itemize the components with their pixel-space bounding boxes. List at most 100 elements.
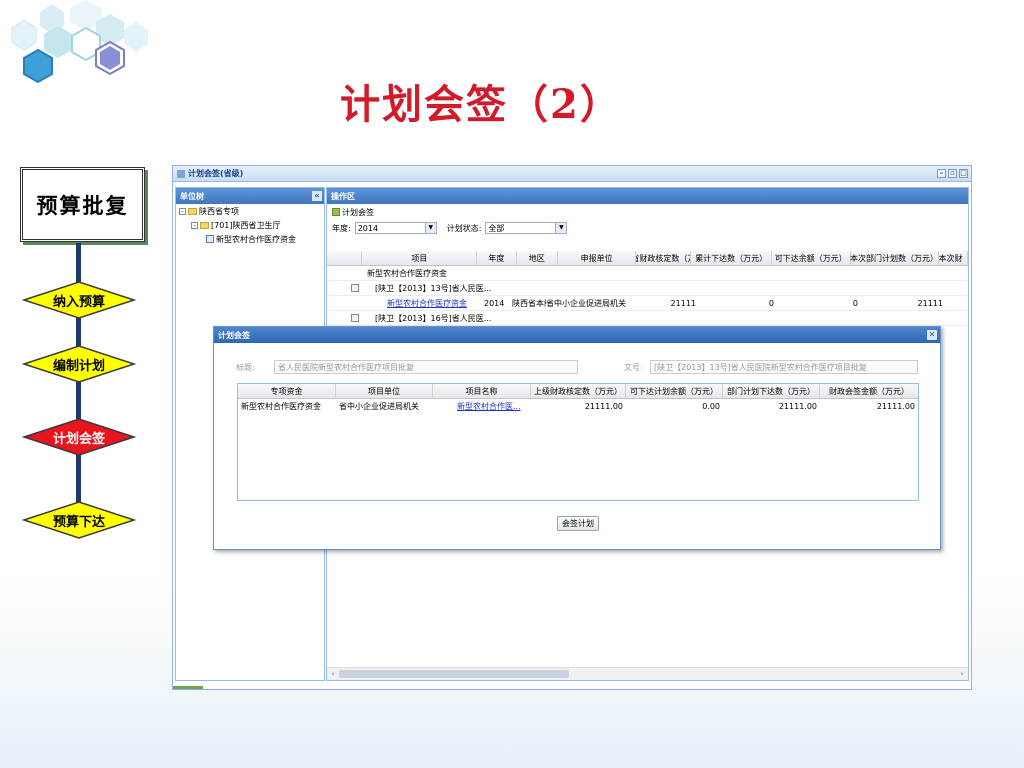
status-select[interactable]: 全部 ▼ — [485, 222, 568, 234]
breadcrumb-label[interactable]: 计划会签 — [342, 207, 374, 218]
grid-cell-balance: 0 — [852, 298, 858, 308]
flow-step-label: 纳入预算 — [52, 294, 105, 310]
folder-icon — [200, 221, 209, 229]
grid-header-row: 项目 年度 地区 申报单位 省财政核定数（万 累计下达数（万元） 可下达余额（万… — [327, 251, 968, 266]
grid-header-cell[interactable]: 本次部门计划数（万元） — [850, 251, 939, 265]
dialog-header-cell[interactable]: 项目单位 — [336, 384, 433, 398]
grid-cell-project: [陕卫【2013】13号]省人民医... — [375, 283, 492, 293]
dialog-header-cell[interactable]: 财政会签金额（万元） — [820, 384, 918, 398]
maximize-icon[interactable]: □ — [959, 169, 968, 178]
close-icon[interactable]: ✕ — [927, 330, 937, 340]
tree-panel-title: 单位树 — [180, 191, 204, 201]
scroll-left-icon[interactable]: ‹ — [328, 669, 338, 679]
doc-number-input[interactable]: [陕卫【2013】13号]省人民医院新型农村合作医疗项目批复 — [650, 360, 918, 374]
dialog-header-cell[interactable]: 上级财政核定数（万元） — [531, 384, 626, 398]
dialog-cell-sign-amount[interactable]: 21111.00 — [820, 402, 918, 411]
dialog-title-input[interactable]: 省人民医院新型农村合作医疗项目批复 — [274, 360, 578, 374]
table-row[interactable]: 新型农村合作医疗资金 2014 陕西省本级 省中小企业促进局机关 21111 0… — [327, 296, 968, 311]
grid-header-cell[interactable]: 申报单位 — [558, 251, 637, 265]
restore-icon[interactable]: ▫ — [948, 169, 957, 178]
hexagon-decoration — [11, 0, 148, 84]
dialog-header: 计划会签 ✕ — [214, 327, 940, 343]
grid-header-cell[interactable]: 年度 — [477, 251, 517, 265]
work-panel-header: 操作区 — [327, 188, 968, 204]
tree-node-root[interactable]: - 陕西省专项 — [176, 204, 324, 218]
flow-step-label: 编制计划 — [52, 358, 105, 374]
app-titlebar: 计划会签(省级) – ▫ □ — [173, 166, 971, 182]
grid-header-cell[interactable]: 省财政核定数（万 — [636, 251, 692, 265]
expand-toggle-icon[interactable]: - — [179, 207, 186, 215]
dialog-cell-balance: 0.00 — [702, 402, 720, 411]
dialog-title: 计划会签 — [218, 330, 250, 340]
status-label: 计划状态: — [446, 223, 482, 233]
grid-cell-issued: 0 — [768, 298, 774, 308]
breadcrumb: 计划会签 — [327, 204, 968, 220]
flow-step-compile-plan: 编制计划 — [22, 344, 136, 384]
scroll-right-icon[interactable]: › — [957, 669, 967, 679]
expand-toggle-icon[interactable]: - — [191, 221, 198, 229]
chevron-down-icon[interactable]: ▼ — [555, 223, 567, 233]
grid-cell-project: 新型农村合作医疗资金 — [367, 268, 447, 278]
document-icon — [206, 235, 214, 243]
table-row[interactable]: 新型农村合作医疗资金 — [327, 266, 968, 281]
dialog-title-label: 标题: — [236, 362, 255, 372]
tree-node-fund[interactable]: 新型农村合作医疗资金 — [176, 232, 324, 246]
year-label: 年度: — [332, 223, 351, 233]
grid-header-cell[interactable]: 累计下达数（万元） — [691, 251, 772, 265]
tree-node-label: [701]陕西省卫生厅 — [211, 220, 281, 230]
table-row[interactable]: 新型农村合作医疗资金 省中小企业促进局机关 新型农村合作医... 21111.0… — [238, 399, 918, 414]
tree-node-label: 新型农村合作医疗资金 — [216, 234, 296, 244]
minimize-icon[interactable]: – — [937, 169, 946, 178]
doc-number-label: 文号: — [624, 362, 643, 372]
app-window-title: 计划会签(省级) — [188, 169, 244, 178]
flow-step-label: 预算下达 — [52, 514, 105, 530]
horizontal-scrollbar[interactable]: ‹ › — [327, 667, 968, 680]
chevron-down-icon[interactable]: ▼ — [424, 223, 436, 233]
row-checkbox[interactable] — [351, 284, 359, 292]
grid-cell-unit: 省中小企业促进局机关 — [546, 298, 626, 308]
table-row[interactable]: [陕卫【2013】13号]省人民医... — [327, 281, 968, 296]
dialog-cell-fund: 新型农村合作医疗资金 — [241, 402, 321, 411]
dialog-cell-name-link[interactable]: 新型农村合作医... — [433, 401, 531, 412]
work-panel-title: 操作区 — [331, 191, 355, 201]
dialog-grid: 专项资金 项目单位 项目名称 上级财政核定数（万元） 可下达计划余额（万元） 部… — [237, 383, 919, 501]
status-bar-indicator — [173, 686, 203, 689]
grid-cell-region: 陕西省本级 — [512, 298, 546, 308]
grid-header-cell[interactable]: 本次财 — [939, 251, 968, 265]
table-row[interactable]: [陕卫【2013】16号]省人民医... — [327, 311, 968, 326]
row-checkbox[interactable] — [351, 314, 359, 322]
tree-node-label: 陕西省专项 — [199, 206, 239, 216]
flow-title-box: 预算批复 — [20, 167, 145, 242]
doc-number-value: [陕卫【2013】13号]省人民医院新型农村合作医疗项目批复 — [654, 362, 867, 372]
tree-node-department[interactable]: - [701]陕西省卫生厅 — [176, 218, 324, 232]
dialog-header-cell[interactable]: 部门计划下达数（万元） — [723, 384, 820, 398]
dialog-header-cell[interactable]: 项目名称 — [433, 384, 531, 398]
scroll-thumb[interactable] — [339, 670, 569, 678]
dialog-cell-approved: 21111.00 — [584, 402, 623, 411]
slide-title: 计划会签（2） — [340, 81, 622, 128]
grid-cell-project-link[interactable]: 新型农村合作医疗资金 — [387, 298, 484, 309]
tree-panel-header: 单位树 « — [176, 188, 324, 204]
dialog-header-cell[interactable]: 专项资金 — [238, 384, 336, 398]
grid-cell-year: 2014 — [484, 298, 505, 308]
grid-header-cell[interactable]: 项目 — [362, 251, 478, 265]
grid-cell-plan: 21111 — [917, 298, 943, 308]
flow-step-label: 计划会签 — [52, 431, 105, 447]
grid-header-cell[interactable]: 地区 — [517, 251, 558, 265]
grid-cell-approved: 21111 — [670, 298, 696, 308]
sign-plan-button[interactable]: 会签计划 — [557, 516, 599, 531]
plan-grid: 项目 年度 地区 申报单位 省财政核定数（万 累计下达数（万元） 可下达余额（万… — [327, 251, 968, 326]
collapse-icon[interactable]: « — [312, 191, 322, 201]
folder-icon — [188, 207, 197, 215]
dialog-cell-unit: 省中小企业促进局机关 — [339, 402, 419, 411]
dialog-title-value: 省人民医院新型农村合作医疗项目批复 — [278, 362, 414, 372]
dialog-title-field: 标题: 省人民医院新型农村合作医疗项目批复 — [236, 360, 578, 374]
sign-plan-dialog: 计划会签 ✕ 标题: 省人民医院新型农村合作医疗项目批复 文号: [陕卫【201… — [213, 326, 941, 550]
flow-step-include-budget: 纳入预算 — [22, 280, 136, 320]
dialog-cell-dept-plan: 21111.00 — [778, 402, 817, 411]
grid-header-cell[interactable]: 可下达余额（万元） — [772, 251, 851, 265]
dialog-header-cell[interactable]: 可下达计划余额（万元） — [626, 384, 723, 398]
year-select[interactable]: 2014 ▼ — [354, 222, 437, 234]
grid-header-check — [327, 251, 363, 265]
grid-cell-project: [陕卫【2013】16号]省人民医... — [375, 313, 492, 323]
